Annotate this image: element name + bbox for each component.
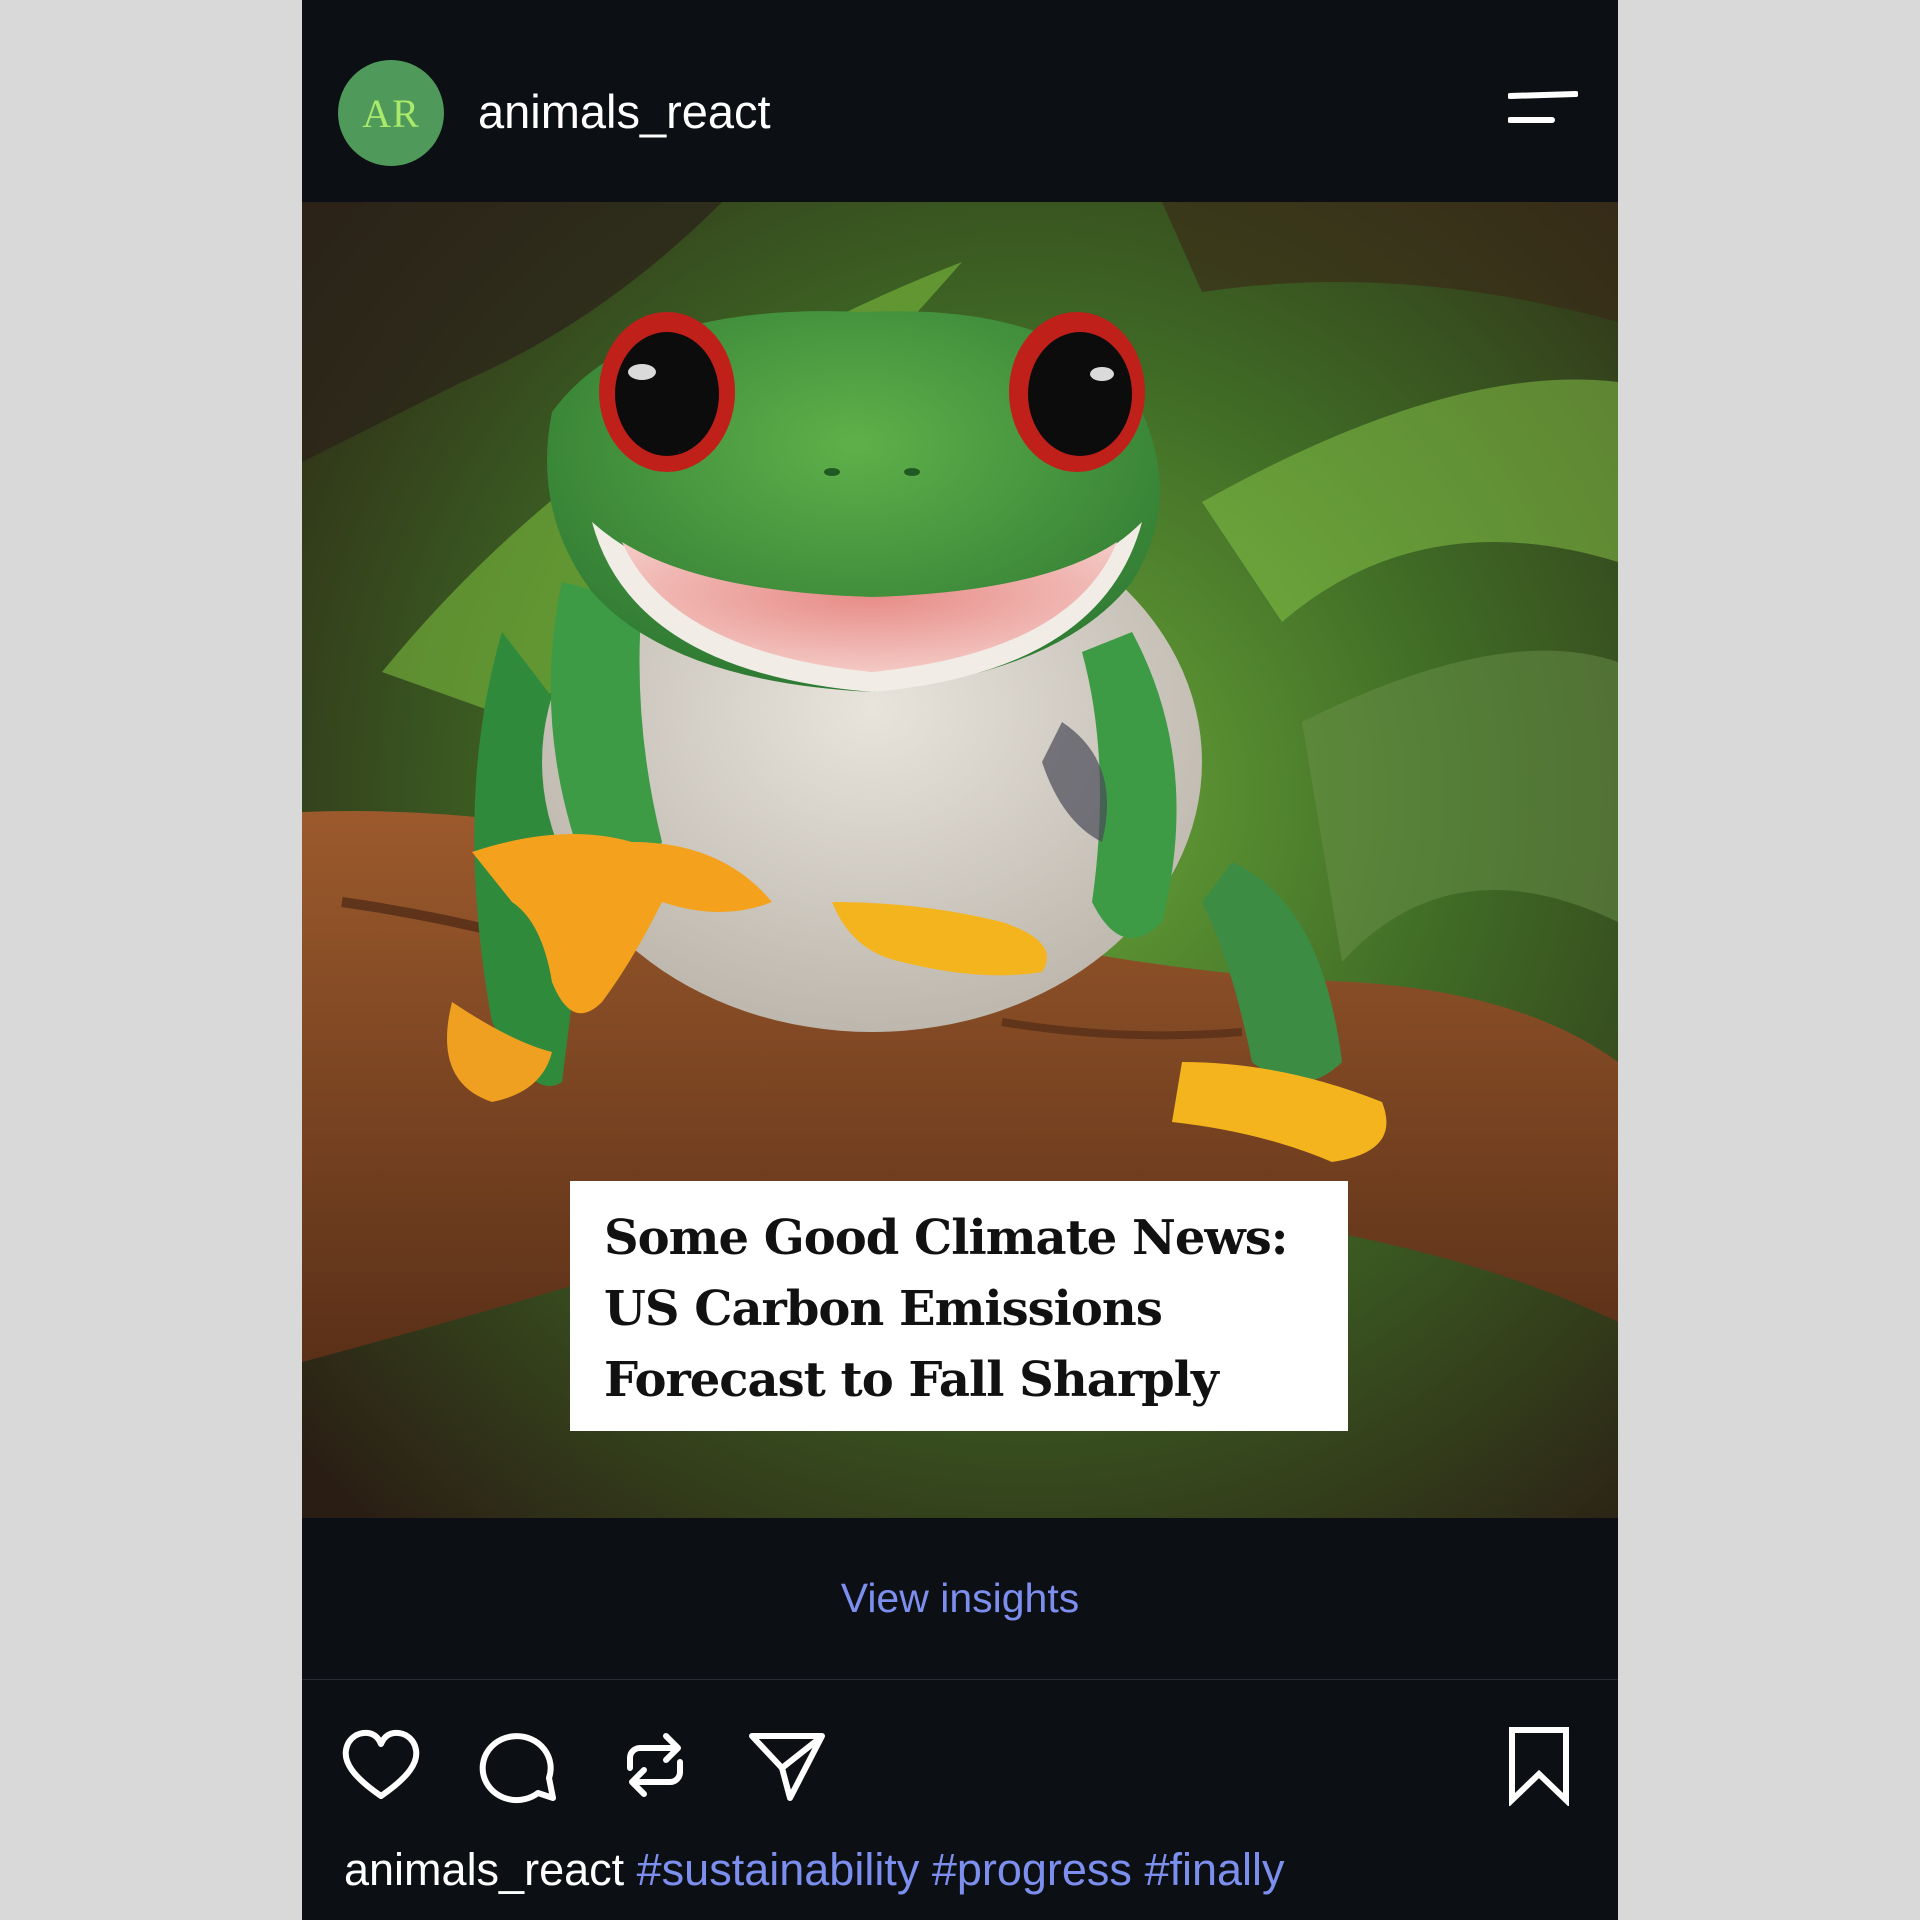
heart-icon[interactable] <box>340 1724 422 1806</box>
bookmark-icon[interactable] <box>1498 1724 1580 1806</box>
comment-icon[interactable] <box>478 1724 560 1806</box>
share-icon[interactable] <box>746 1724 828 1806</box>
instagram-post-card: AR animals_react Some Good Climate News:… <box>302 0 1618 1920</box>
post-caption: animals_react #sustainability #progress … <box>344 1843 1285 1897</box>
username[interactable]: animals_react <box>478 84 771 140</box>
headline-line: Forecast to Fall Sharply <box>604 1352 1219 1408</box>
repost-icon[interactable] <box>614 1724 696 1806</box>
menu-icon[interactable] <box>1508 90 1578 134</box>
post-image[interactable]: Some Good Climate News: US Carbon Emissi… <box>302 202 1618 1518</box>
hashtag[interactable]: #finally <box>1144 1844 1284 1895</box>
insights-bar: View insights <box>302 1518 1618 1680</box>
caption-username[interactable]: animals_react <box>344 1844 624 1895</box>
headline-line: US Carbon Emissions <box>604 1281 1163 1337</box>
view-insights-link[interactable]: View insights <box>841 1575 1080 1622</box>
avatar[interactable]: AR <box>338 60 444 166</box>
action-bar <box>302 1680 1618 1830</box>
hashtag[interactable]: #progress <box>932 1844 1132 1895</box>
headline-overlay: Some Good Climate News: US Carbon Emissi… <box>570 1181 1348 1431</box>
headline-line: Some Good Climate News: <box>604 1210 1288 1266</box>
post-header: AR animals_react <box>302 0 1618 203</box>
hashtag[interactable]: #sustainability <box>637 1844 920 1895</box>
